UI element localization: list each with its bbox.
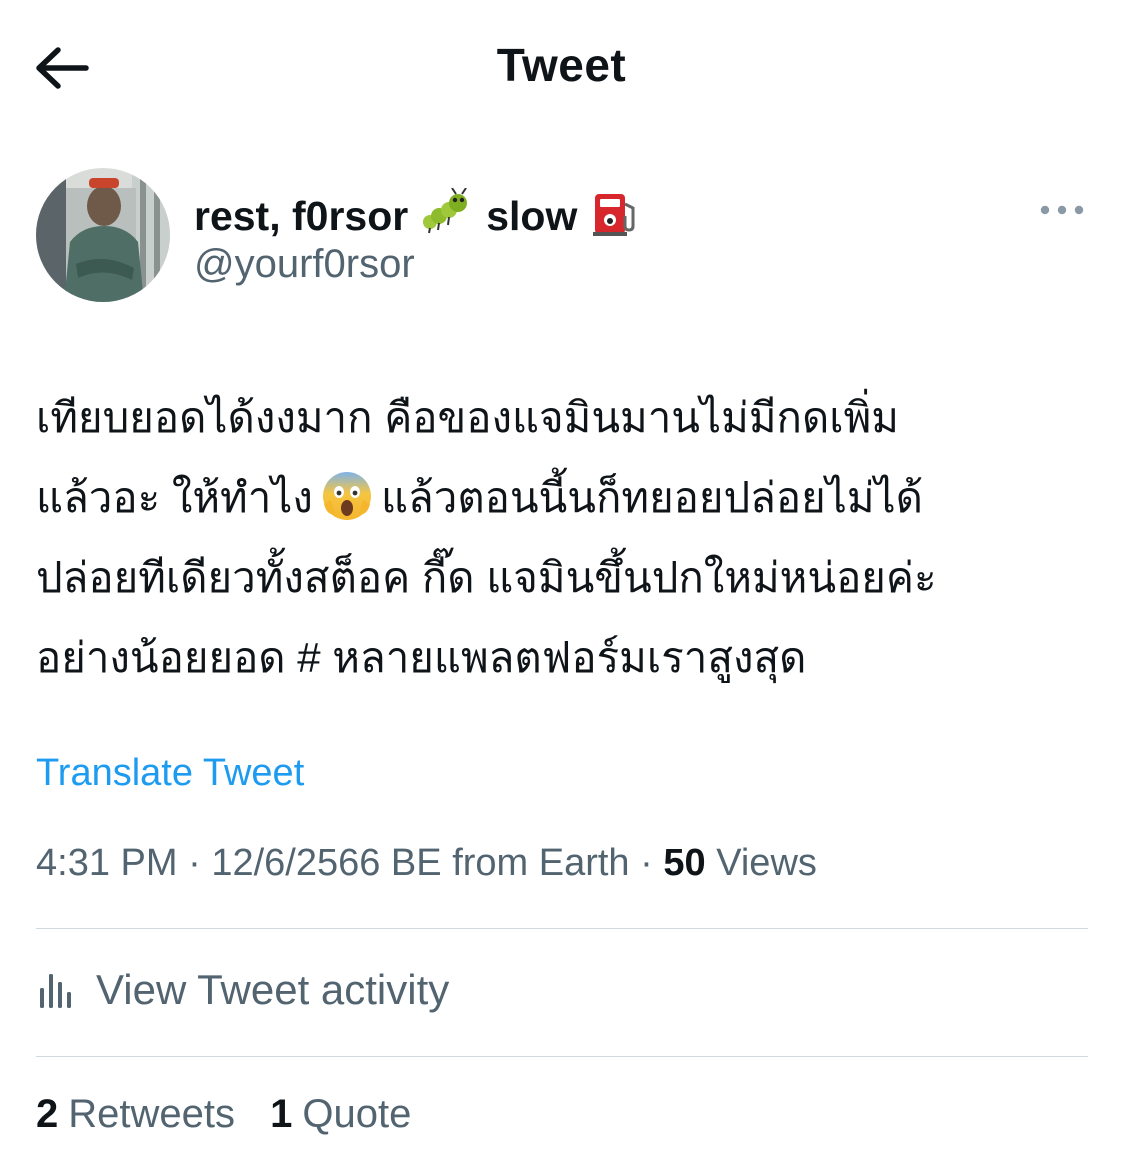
tweet-text-line: ปล่อยทีเดียวทั้งสต็อค กี๊ด แจมินขึ้นปกให… bbox=[36, 554, 937, 601]
tweet-text-segment: แล้วอะ ให้ทำไง bbox=[36, 474, 313, 521]
tweet-text: เทียบยอดได้งงมาก คือของแจมินมานไม่มีกดเพ… bbox=[36, 378, 1096, 698]
tweet-source: from Earth bbox=[452, 842, 630, 884]
engagement-stats: 2 Retweets 1 Quote bbox=[36, 1092, 435, 1137]
tweet-time[interactable]: 4:31 PM bbox=[36, 842, 178, 884]
tweet-date[interactable]: 12/6/2566 BE bbox=[211, 842, 441, 884]
tweet-text-line: แล้วอะ ให้ทำไง แล้วตอนนี้นก็ทยอยปล่อยไม่… bbox=[36, 458, 1096, 538]
tweet-text-line: อย่างน้อยยอด # หลายแพลตฟอร์มเราสูงสุด bbox=[36, 634, 807, 681]
quotes-label: Quote bbox=[302, 1092, 412, 1136]
separator-dot: · bbox=[188, 842, 212, 884]
page-title: Tweet bbox=[496, 39, 627, 91]
views-label: Views bbox=[716, 842, 817, 884]
translate-tweet-link[interactable]: Translate Tweet bbox=[36, 752, 304, 795]
display-name-part2: slow bbox=[486, 192, 578, 239]
more-button[interactable] bbox=[1032, 190, 1092, 230]
view-tweet-activity-label: View Tweet activity bbox=[96, 966, 450, 1013]
top-bar: Tweet bbox=[0, 0, 1123, 140]
views-count: 50 bbox=[663, 842, 706, 884]
avatar-image bbox=[36, 168, 170, 302]
more-dots-icon bbox=[1040, 205, 1084, 215]
face-screaming-in-fear-emoji bbox=[321, 468, 373, 520]
user-handle[interactable]: @yourf0rsor bbox=[194, 242, 415, 287]
divider bbox=[36, 928, 1088, 929]
view-tweet-activity-button[interactable]: View Tweet activity bbox=[36, 960, 449, 1020]
divider bbox=[36, 1056, 1088, 1057]
caterpillar-emoji bbox=[422, 187, 472, 244]
display-name-part1: rest, f0rsor bbox=[194, 192, 409, 239]
tweet-text-line: เทียบยอดได้งงมาก คือของแจมินมานไม่มีกดเพ… bbox=[36, 394, 899, 441]
display-name[interactable]: rest, f0rsor slow bbox=[194, 186, 655, 246]
retweets-stat[interactable]: 2 Retweets bbox=[36, 1092, 235, 1136]
bar-chart-icon bbox=[40, 974, 71, 1008]
quotes-count: 1 bbox=[270, 1092, 293, 1136]
tweet-text-segment: แล้วตอนนี้นก็ทยอยปล่อยไม่ได้ bbox=[380, 474, 923, 521]
quotes-stat[interactable]: 1 Quote bbox=[270, 1092, 411, 1136]
fuel-pump-emoji bbox=[591, 186, 641, 246]
tweet-metadata: 4:31 PM · 12/6/2566 BE from Earth · 50 V… bbox=[36, 842, 817, 885]
separator-dot: · bbox=[640, 842, 664, 884]
retweets-count: 2 bbox=[36, 1092, 59, 1136]
avatar[interactable] bbox=[36, 168, 170, 302]
retweets-label: Retweets bbox=[68, 1092, 235, 1136]
tweet-author: rest, f0rsor slow @yourf0rsor bbox=[36, 168, 1096, 308]
